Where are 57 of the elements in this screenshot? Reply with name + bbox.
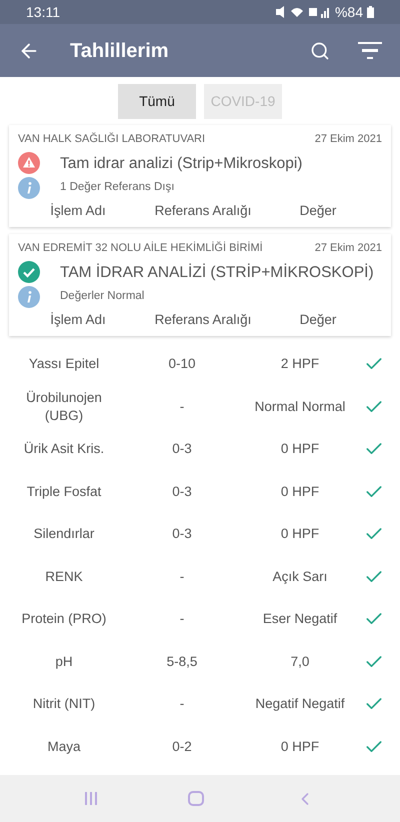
status-time: 13:11 bbox=[26, 2, 60, 22]
info-icon bbox=[18, 286, 40, 308]
reference-range: 0-10 bbox=[167, 355, 197, 374]
result-value: Eser Negatif bbox=[262, 610, 338, 628]
result-value: Negatif Negatif bbox=[254, 695, 346, 714]
test-date: 27 Ekim 2021 bbox=[314, 132, 382, 147]
battery-icon bbox=[367, 6, 374, 18]
lab-card[interactable]: VAN EDREMİT 32 NOLU AİLE HEKİMLİĞİ BİRİMİ 27 Ekim 2021 TAM İDRAR ANALİZİ (STRİP+MİKROSKOPİ) Değerler Normal İşlem Adı Referans Aralığı Değer bbox=[9, 234, 391, 336]
test-item-name: Silendırlar bbox=[32, 525, 96, 544]
test-item-name: Triple Fosfat bbox=[26, 482, 102, 501]
app-title: Tahlillerim bbox=[70, 38, 170, 64]
result-value: 0 HPF bbox=[280, 525, 320, 544]
filter-button[interactable] bbox=[358, 42, 382, 60]
reference-range: 0-3 bbox=[171, 440, 193, 458]
test-item-name: Maya bbox=[46, 738, 82, 756]
test-item-name: Nitrit (NIT) bbox=[32, 695, 96, 714]
test-date: 27 Ekim 2021 bbox=[314, 241, 382, 256]
column-header: Referans Aralığı bbox=[154, 202, 252, 220]
reference-range: - bbox=[178, 695, 186, 714]
result-summary: Değerler Normal bbox=[60, 289, 144, 304]
column-header: Referans Aralığı bbox=[154, 310, 252, 329]
result-value: 0 HPF bbox=[280, 738, 320, 756]
result-value: 2 HPF bbox=[280, 355, 320, 374]
reference-range: 0-3 bbox=[171, 525, 193, 544]
lab-card[interactable]: VAN HALK SAĞLIĞI LABORATUVARI 27 Ekim 2021 Tam idrar analizi (Strip+Mikroskopi) 1 Değer Referans Dışı İşlem Adı Referans Aralığı Değer bbox=[9, 125, 391, 227]
result-value: 0 HPF bbox=[280, 482, 320, 501]
test-name: Tam idrar analizi (Strip+Mikroskopi) bbox=[60, 154, 302, 174]
reference-range: - bbox=[178, 568, 186, 586]
lab-name: VAN HALK SAĞLIĞI LABORATUVARI bbox=[18, 132, 206, 147]
info-icon bbox=[18, 176, 40, 199]
search-icon bbox=[310, 40, 330, 60]
test-item-name: pH bbox=[54, 652, 74, 671]
reference-range: 0-2 bbox=[171, 738, 193, 756]
test-item-name: Protein (PRO) bbox=[20, 610, 108, 628]
test-name: TAM İDRAR ANALİZİ (STRİP+MİKROSKOPİ) bbox=[60, 262, 374, 282]
result-value: Açık Sarı bbox=[272, 568, 328, 586]
column-header: İşlem Adı bbox=[49, 202, 107, 220]
column-header: Değer bbox=[298, 202, 338, 220]
column-header: Değer bbox=[298, 310, 338, 329]
reference-range: 5-8,5 bbox=[166, 652, 198, 671]
reference-range: - bbox=[178, 610, 186, 628]
column-header: İşlem Adı bbox=[49, 310, 107, 329]
result-value: 0 HPF bbox=[280, 440, 320, 458]
result-value: 7,0 bbox=[290, 652, 310, 671]
reference-range: 0-3 bbox=[171, 482, 193, 501]
test-item-name: Ürik Asit Kris. bbox=[22, 440, 106, 458]
result-value: Normal Normal bbox=[254, 398, 346, 416]
reference-range: - bbox=[178, 398, 186, 416]
result-summary: 1 Değer Referans Dışı bbox=[60, 180, 174, 196]
battery-percent: %84 bbox=[334, 2, 363, 22]
test-item-name: Yassı Epitel bbox=[28, 355, 100, 374]
search-button[interactable] bbox=[310, 40, 330, 60]
test-item-name: Ürobilunojen (UBG) bbox=[25, 388, 103, 425]
status-icons-drawing bbox=[274, 6, 331, 18]
filter-tab[interactable]: Tümü bbox=[118, 84, 196, 119]
lab-name: VAN EDREMİT 32 NOLU AİLE HEKİMLİĞİ BİRİMİ bbox=[18, 240, 263, 256]
test-item-name: RENK bbox=[44, 568, 84, 586]
